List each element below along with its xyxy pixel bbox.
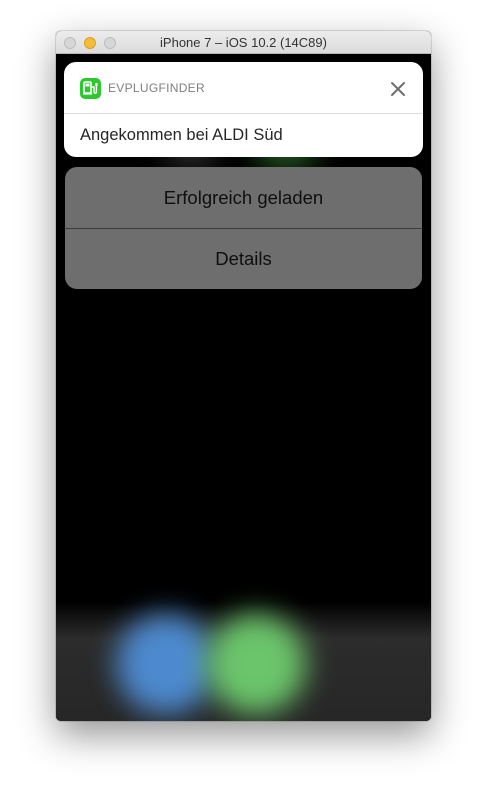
device-screen: EVPLUGFINDER Angekommen bei ALDI Süd Erf… [56, 54, 431, 721]
notification-app-name: EVPLUGFINDER [108, 81, 205, 95]
notification-actions: Erfolgreich geladen Details [65, 167, 422, 289]
blurred-dock-icon [206, 614, 306, 714]
blurred-dock-icon [116, 614, 216, 714]
close-icon[interactable] [387, 78, 409, 100]
notification-card: EVPLUGFINDER Angekommen bei ALDI Süd [64, 62, 423, 157]
action-button-details[interactable]: Details [65, 228, 422, 289]
simulator-window: iPhone 7 – iOS 10.2 (14C89) EVPLUGFINDER [56, 31, 431, 721]
action-button-charged[interactable]: Erfolgreich geladen [65, 167, 422, 228]
notification-header: EVPLUGFINDER [64, 62, 423, 114]
window-titlebar: iPhone 7 – iOS 10.2 (14C89) [56, 31, 431, 54]
ev-plug-icon [80, 78, 101, 99]
window-title: iPhone 7 – iOS 10.2 (14C89) [160, 35, 327, 50]
notification-message: Angekommen bei ALDI Süd [80, 126, 283, 144]
